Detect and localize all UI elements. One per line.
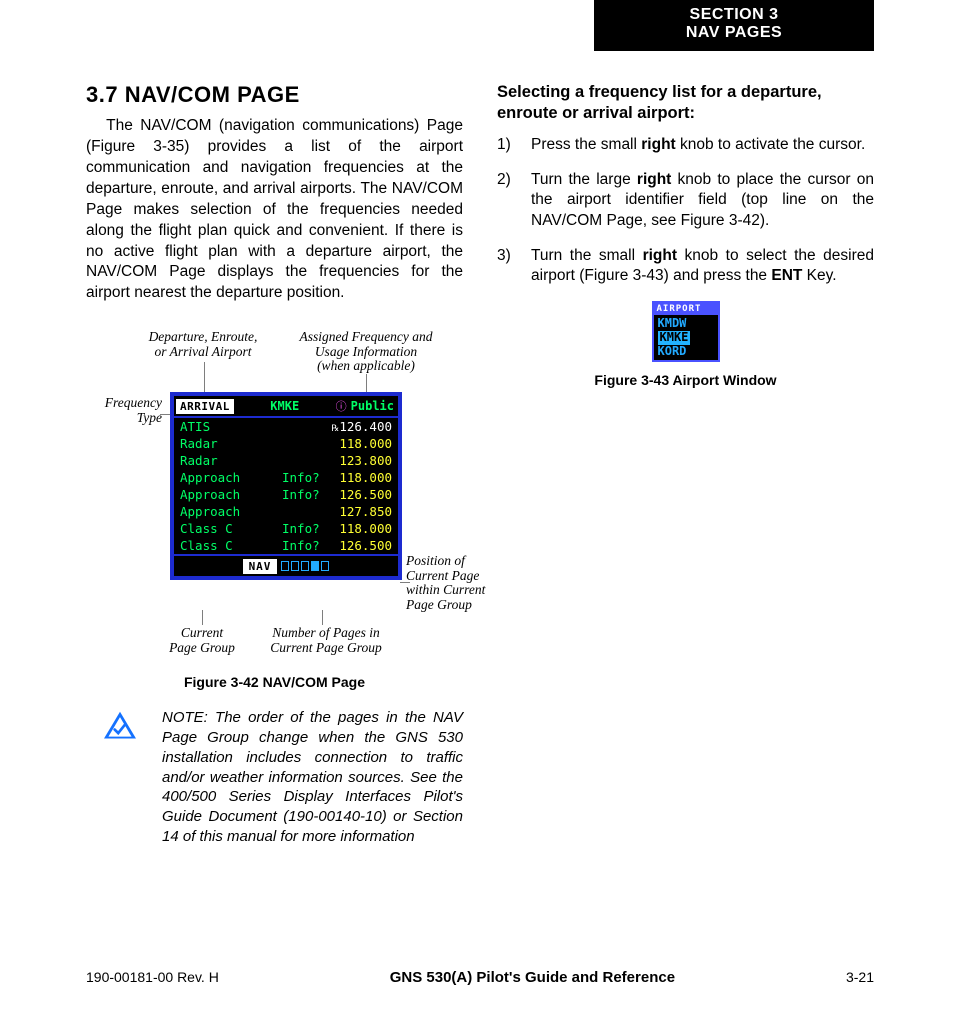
page-title: 3.7 NAV/COM PAGE [86, 82, 463, 108]
page-boxes [281, 561, 329, 571]
freq-value: 126.500 [328, 538, 392, 553]
public-label: Public [351, 399, 398, 413]
device-footer: NAV [174, 554, 398, 576]
step-3: Turn the small right knob to select the … [497, 246, 874, 287]
leader [322, 610, 323, 625]
anno-curgroup: CurrentPage Group [156, 626, 248, 655]
freq-row: Approach 127.850 [174, 503, 398, 520]
freq-info [282, 453, 328, 468]
freq-type: Approach [180, 487, 282, 502]
freq-type: Class C [180, 538, 282, 553]
arrival-label: ARRIVAL [176, 399, 234, 414]
selector-header: AIRPORT [654, 303, 718, 315]
anno-position: Position ofCurrent Pagewithin CurrentPag… [406, 554, 500, 612]
freq-type: ATIS [180, 419, 282, 434]
freq-info [282, 419, 328, 434]
freq-info: Info? [282, 538, 328, 553]
footer-right: 3-21 [846, 969, 874, 985]
freq-value: 123.800 [328, 453, 392, 468]
info-icon: ⓘ [336, 398, 347, 414]
steps-list: Press the small right knob to activate t… [497, 135, 874, 287]
footer-left: 190-00181-00 Rev. H [86, 969, 219, 985]
figure-3-42: Departure, Enroute,or Arrival Airport As… [86, 330, 463, 660]
anno-freqtype: FrequencyType [82, 396, 162, 425]
freq-type: Radar [180, 436, 282, 451]
nav-group-label: NAV [243, 559, 278, 574]
device-header: ARRIVAL KMKE ⓘ Public [174, 396, 398, 418]
freq-info: Info? [282, 487, 328, 502]
section-tab: SECTION 3 NAV PAGES [594, 0, 874, 51]
left-column: 3.7 NAV/COM PAGE The NAV/COM (navigation… [86, 82, 463, 847]
freq-row: ApproachInfo?118.000 [174, 469, 398, 486]
leader [204, 362, 205, 392]
device-rows: ATIS℞126.400Radar118.000Radar123.800Appr… [174, 418, 398, 554]
opt-kord: KORD [658, 345, 714, 359]
freq-value: 126.500 [328, 487, 392, 502]
note-icon [102, 710, 138, 742]
anno-departure: Departure, Enroute,or Arrival Airport [128, 330, 278, 359]
freq-info: Info? [282, 470, 328, 485]
freq-row: Class CInfo?118.000 [174, 520, 398, 537]
airport-selector: AIRPORT KMDW KMKE KORD [652, 301, 720, 362]
freq-row: Radar 118.000 [174, 435, 398, 452]
right-subhead: Selecting a frequency list for a departu… [497, 82, 874, 123]
freq-value: 118.000 [328, 470, 392, 485]
note-block: NOTE: The order of the pages in the NAV … [86, 708, 463, 847]
freq-info: Info? [282, 521, 328, 536]
freq-value: ℞126.400 [328, 419, 392, 434]
leader [202, 610, 203, 625]
freq-row: Radar 123.800 [174, 452, 398, 469]
section-tab-line1: SECTION 3 [594, 6, 874, 24]
freq-type: Radar [180, 453, 282, 468]
freq-info [282, 436, 328, 451]
freq-row: ApproachInfo?126.500 [174, 486, 398, 503]
note-text: NOTE: The order of the pages in the NAV … [152, 708, 463, 847]
freq-row: ATIS ℞126.400 [174, 418, 398, 435]
freq-type: Approach [180, 470, 282, 485]
section-tab-line2: NAV PAGES [594, 24, 874, 42]
freq-value: 127.850 [328, 504, 392, 519]
freq-row: Class CInfo?126.500 [174, 537, 398, 554]
step-2: Turn the large right knob to place the c… [497, 170, 874, 232]
opt-kmdw: KMDW [658, 317, 714, 331]
page-footer: 190-00181-00 Rev. H GNS 530(A) Pilot's G… [86, 969, 874, 986]
step-1: Press the small right knob to activate t… [497, 135, 874, 156]
right-column: Selecting a frequency list for a departu… [497, 82, 874, 847]
anno-assigned: Assigned Frequency andUsage Information(… [286, 330, 446, 374]
navcom-device: ARRIVAL KMKE ⓘ Public ATIS ℞126.400 Radar 1… [170, 392, 402, 580]
anno-numpages: Number of Pages inCurrent Page Group [256, 626, 396, 655]
footer-mid: GNS 530(A) Pilot's Guide and Reference [390, 969, 675, 986]
freq-value: 118.000 [328, 521, 392, 536]
opt-kmke-selected: KMKE [658, 331, 691, 345]
leader [400, 582, 410, 583]
freq-type: Approach [180, 504, 282, 519]
freq-info [282, 504, 328, 519]
selector-body: KMDW KMKE KORD [654, 315, 718, 360]
fig42-caption: Figure 3-42 NAV/COM Page [86, 674, 463, 690]
freq-type: Class C [180, 521, 282, 536]
freq-value: 118.000 [328, 436, 392, 451]
fig43-caption: Figure 3-43 Airport Window [497, 372, 874, 388]
airport-id: KMKE [234, 399, 336, 413]
intro-para: The NAV/COM (navigation communications) … [86, 116, 463, 304]
